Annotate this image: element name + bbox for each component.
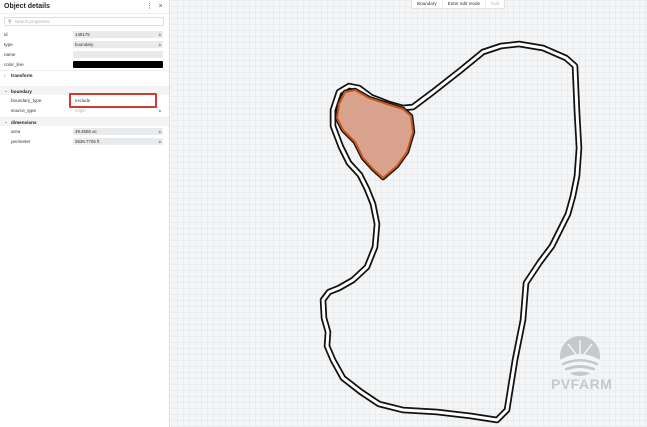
lock-icon: 🔒︎ (158, 41, 161, 47)
lock-icon: 🔒︎ (158, 138, 161, 144)
logo-text: PVFARM (551, 376, 613, 392)
section-label: dimensions (11, 119, 37, 125)
perimeter-field: 3636.7706 ft 🔒︎ (73, 137, 163, 145)
color-line-swatch[interactable] (73, 60, 163, 68)
property-row-name: name (0, 49, 169, 59)
more-vertical-icon[interactable]: ⋮ (145, 2, 154, 11)
id-value: 149175 (75, 31, 90, 37)
name-field[interactable] (73, 50, 163, 58)
section-label: transform (11, 72, 33, 78)
search-icon: ⚲ (8, 18, 12, 25)
search-box[interactable]: ⚲ (4, 17, 164, 26)
property-label: type (4, 41, 13, 47)
lock-icon: 🔒︎ (158, 107, 161, 113)
property-label: source_type (11, 107, 37, 113)
area-value: 49.4558 ac (75, 128, 97, 134)
property-label: boundary_type (11, 97, 42, 103)
pvfarm-logo-mark (560, 336, 600, 376)
source-type-value: origin (75, 107, 86, 113)
highlight-box (69, 93, 157, 108)
perimeter-value: 3636.7706 ft (75, 138, 100, 144)
property-row-type: type boundary 🔒︎ (0, 39, 169, 49)
section-transform[interactable]: › transform (0, 70, 169, 79)
chevron-down-icon: ⌄ (4, 119, 8, 124)
lock-icon: 🔒︎ (158, 31, 161, 37)
lock-icon: 🔒︎ (158, 128, 161, 134)
property-label: color_line (4, 61, 24, 67)
object-details-panel: Object details ⋮ × ⚲ id 149175 🔒︎ type bo… (0, 0, 170, 427)
property-row-perimeter: perimeter 3636.7706 ft 🔒︎ (0, 136, 169, 146)
pvfarm-logo: PVFARM (551, 334, 613, 394)
property-row-color-line: color_line (0, 59, 169, 69)
panel-title: Object details (4, 3, 50, 10)
search-input[interactable] (14, 19, 155, 24)
type-field: boundary 🔒︎ (73, 40, 163, 48)
close-icon[interactable]: × (156, 2, 165, 11)
area-field: 49.4558 ac 🔒︎ (73, 127, 163, 135)
property-row-area: area 49.4558 ac 🔒︎ (0, 126, 169, 136)
map-canvas[interactable]: Boundary Enter edit mode Edit PVFARM (171, 0, 647, 427)
chevron-right-icon: › (4, 72, 6, 78)
panel-header: Object details ⋮ × (0, 0, 169, 14)
property-label: id (4, 31, 8, 37)
property-label: perimeter (11, 138, 31, 144)
chevron-down-icon: ⌄ (4, 88, 8, 93)
section-label: boundary (11, 88, 32, 94)
property-label: area (11, 128, 21, 134)
property-label: name (4, 51, 16, 57)
id-field: 149175 🔒︎ (73, 30, 163, 38)
property-row-id: id 149175 🔒︎ (0, 29, 169, 39)
type-value: boundary (75, 41, 94, 47)
section-dimensions[interactable]: ⌄ dimensions (0, 117, 169, 126)
